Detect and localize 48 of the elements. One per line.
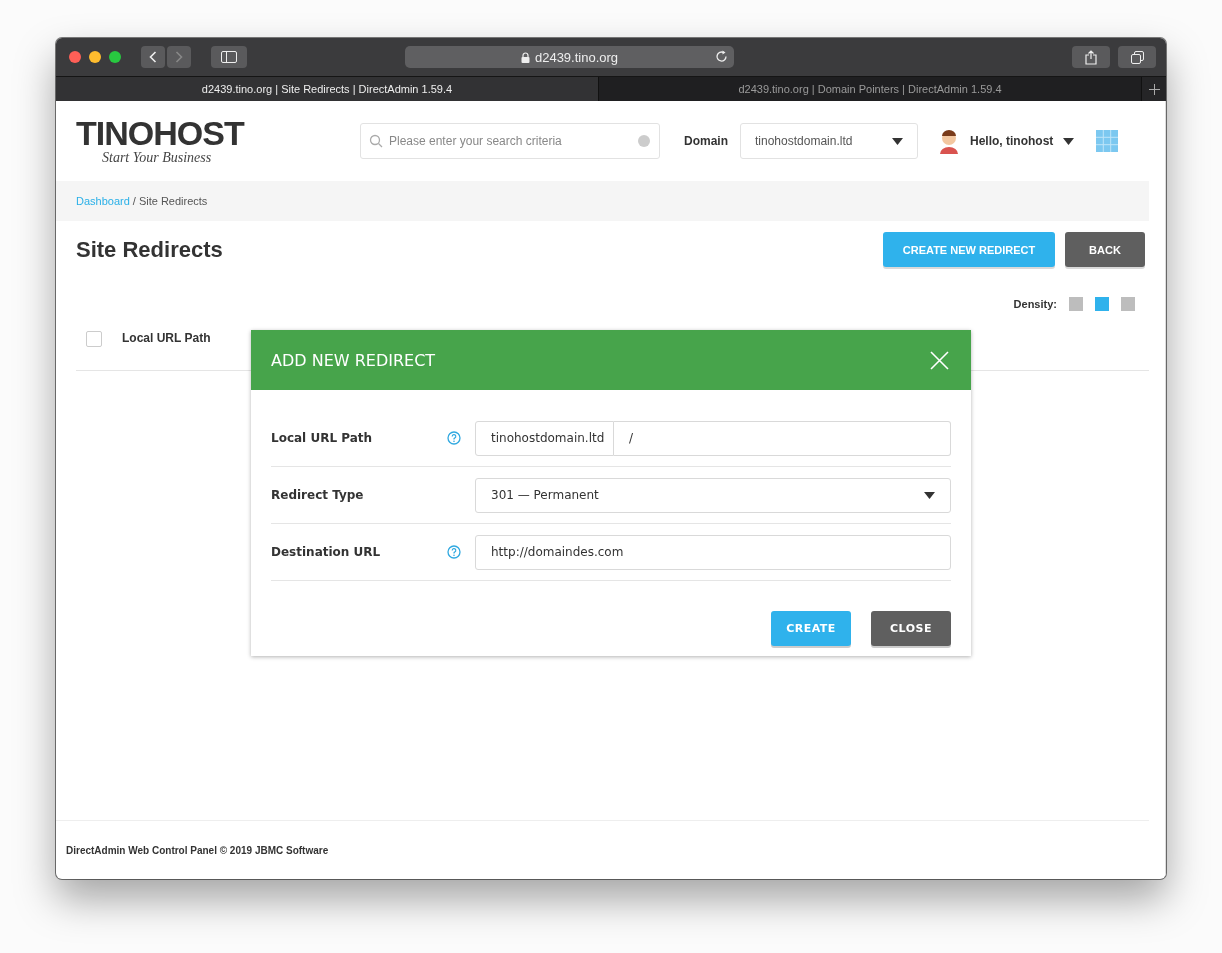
page-title: Site Redirects <box>76 236 224 263</box>
back-button[interactable]: BACK <box>1065 232 1145 267</box>
zoom-window-icon[interactable] <box>109 51 121 63</box>
close-icon[interactable] <box>930 350 949 370</box>
back-button[interactable] <box>141 46 165 68</box>
chevron-left-icon <box>149 51 157 63</box>
dialog-title: ADD NEW REDIRECT <box>271 350 436 370</box>
caret-icon <box>924 491 935 499</box>
tabs-icon <box>1130 50 1144 64</box>
field-label: Local URL Path <box>271 431 374 445</box>
search-icon <box>369 134 383 148</box>
help-icon[interactable] <box>447 431 461 445</box>
search-field[interactable]: Please enter your search criteria <box>360 123 660 159</box>
sidebar-button[interactable] <box>211 46 247 68</box>
logo-tagline: Start Your Business <box>102 150 213 166</box>
share-icon <box>1085 49 1097 65</box>
column-header[interactable]: Local URL Path <box>122 331 211 345</box>
avatar-icon[interactable] <box>938 128 960 154</box>
close-window-icon[interactable] <box>69 51 81 63</box>
domain-label: Domain <box>684 134 728 148</box>
lock-icon <box>520 51 530 63</box>
sidebar-icon <box>221 51 237 63</box>
breadcrumb-separator: / <box>132 195 136 207</box>
destination-input[interactable]: http://domaindes.com <box>475 534 951 570</box>
address-bar[interactable]: d2439.tino.org <box>405 46 734 68</box>
domain-prefix: tinohostdomain.ltd <box>475 420 614 456</box>
reload-icon[interactable] <box>715 50 728 63</box>
user-greeting[interactable]: Hello, tinohost <box>970 134 1054 148</box>
domain-select[interactable]: tinohostdomain.ltd <box>740 123 918 159</box>
close-button[interactable]: CLOSE <box>871 611 951 646</box>
path-input[interactable]: / <box>614 420 951 456</box>
minimize-window-icon[interactable] <box>89 51 101 63</box>
caret-icon <box>1063 137 1075 145</box>
caret-icon <box>892 137 903 145</box>
share-button[interactable] <box>1072 46 1110 68</box>
help-icon[interactable] <box>447 545 461 559</box>
browser-tab[interactable]: d2439.tino.org | Site Redirects | DirectAdmin 1.59.4 <box>56 77 599 101</box>
select-all-checkbox[interactable] <box>86 331 102 347</box>
field-label: Destination URL <box>271 545 382 559</box>
logo: TINOHOST <box>76 116 246 150</box>
browser-tab[interactable]: d2439.tino.org | Domain Pointers | DirectAdmin 1.59.4 <box>599 77 1142 101</box>
redirect-type-select[interactable]: 301 — Permanent <box>475 477 951 513</box>
tabs-button[interactable] <box>1118 46 1156 68</box>
breadcrumb-current: Site Redirects <box>138 195 208 207</box>
field-label: Redirect Type <box>271 488 365 502</box>
density-label: Density: <box>1013 298 1057 310</box>
chevron-right-icon <box>175 51 183 63</box>
footer-text: DirectAdmin Web Control Panel © 2019 JBMC Software <box>56 820 1149 879</box>
